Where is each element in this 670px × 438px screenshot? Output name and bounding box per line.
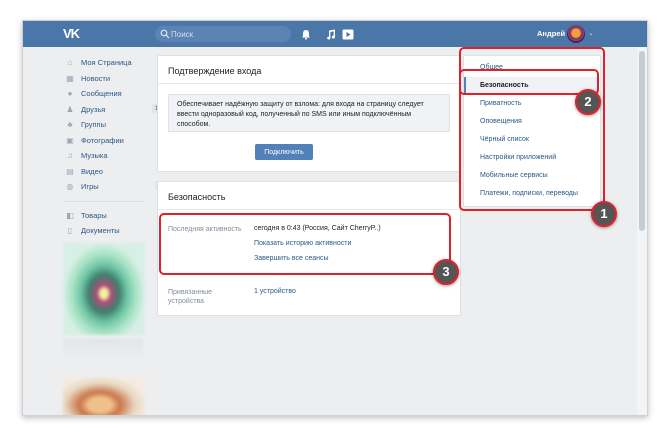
left-menu-item[interactable]: ▣ Фотографии (65, 133, 155, 149)
left-menu-item[interactable]: ♣ Группы (65, 117, 155, 133)
search-icon (160, 29, 170, 39)
avatar[interactable] (567, 25, 585, 43)
left-menu-label: Видео (81, 166, 103, 176)
annotation-marker-1: 1 (591, 201, 617, 227)
left-menu-label: Музыка (81, 151, 108, 161)
bell-icon[interactable] (299, 27, 313, 41)
music-icon: ♫ (67, 151, 73, 161)
divider (158, 209, 460, 210)
blurred-ad-image[interactable] (63, 377, 145, 415)
left-menu-item[interactable]: ▯ Документы (65, 223, 155, 239)
messages-icon: ● (67, 89, 73, 99)
left-menu-label: Игры (81, 182, 99, 192)
highlight-last-activity (159, 213, 451, 275)
browser-window: VK Андрей ⌄ ⌂ Моя Страница ▦ Новости (22, 20, 648, 416)
login-confirmation-card: Подтверждение входа Обеспечивает надёжну… (157, 55, 461, 172)
games-icon: ◍ (66, 182, 74, 192)
annotation-marker-2: 2 (575, 89, 601, 115)
play-icon[interactable] (341, 27, 355, 41)
left-menu-item[interactable]: ● Сообщения (65, 86, 155, 102)
left-menu-item[interactable]: ⌂ Моя Страница (65, 55, 155, 71)
linked-devices-label-line: устройства (168, 298, 205, 305)
friends-icon: ♟ (66, 104, 74, 114)
left-menu-label: Документы (81, 226, 120, 236)
left-menu-label: Товары (81, 210, 107, 220)
music-note-icon[interactable] (323, 27, 337, 41)
blurred-ad-image[interactable] (63, 243, 145, 335)
goods-icon: ◧ (66, 210, 74, 220)
top-bar: VK Андрей ⌄ (23, 21, 647, 47)
news-icon: ▦ (66, 73, 74, 83)
left-menu-item[interactable]: ♫ Музыка (65, 148, 155, 164)
highlight-security-tab (459, 69, 599, 95)
home-icon: ⌂ (67, 58, 73, 68)
left-menu-label: Моя Страница (81, 58, 132, 68)
search-input[interactable] (171, 26, 287, 42)
left-menu-label: Группы (81, 120, 106, 130)
left-menu-item[interactable]: ◧ Товары (65, 208, 155, 224)
chevron-down-icon[interactable]: ⌄ (588, 29, 594, 37)
connect-button[interactable]: Подключить (255, 144, 313, 160)
user-name[interactable]: Андрей (537, 29, 565, 38)
divider (158, 83, 460, 84)
login-confirmation-description: Обеспечивает надёжную защиту от взлома: … (168, 94, 450, 132)
documents-icon: ▯ (67, 226, 73, 236)
card-title: Подтверждение входа (168, 66, 262, 76)
left-menu-item[interactable]: ▦ Новости (65, 71, 155, 87)
left-menu-label: Фотографии (81, 135, 124, 145)
blurred-ad-caption (63, 339, 143, 361)
left-menu-label: Новости (81, 73, 111, 83)
menu-divider (65, 200, 145, 202)
left-menu-label: Друзья (81, 104, 106, 114)
photo-icon: ▣ (66, 135, 74, 145)
card-title: Безопасность (168, 192, 226, 202)
left-menu-item[interactable]: ◍ Игры 4 (65, 179, 165, 195)
search-box[interactable] (155, 26, 291, 42)
annotation-marker-3: 3 (433, 259, 459, 285)
linked-devices-label: Привязанные устройства (168, 288, 212, 306)
linked-devices-label-line: Привязанные (168, 289, 213, 296)
left-menu-item[interactable]: ♟ Друзья 10 (65, 102, 165, 118)
video-icon: ▤ (66, 166, 74, 176)
linked-devices-link[interactable]: 1 устройство (254, 288, 296, 295)
scrollbar-thumb[interactable] (639, 51, 645, 231)
groups-icon: ♣ (67, 120, 73, 130)
left-menu-label: Сообщения (81, 89, 122, 99)
left-menu: ⌂ Моя Страница ▦ Новости ● Сообщения ♟ Д… (65, 55, 165, 239)
left-menu-item[interactable]: ▤ Видео (65, 164, 155, 180)
vk-logo[interactable]: VK (63, 25, 85, 43)
